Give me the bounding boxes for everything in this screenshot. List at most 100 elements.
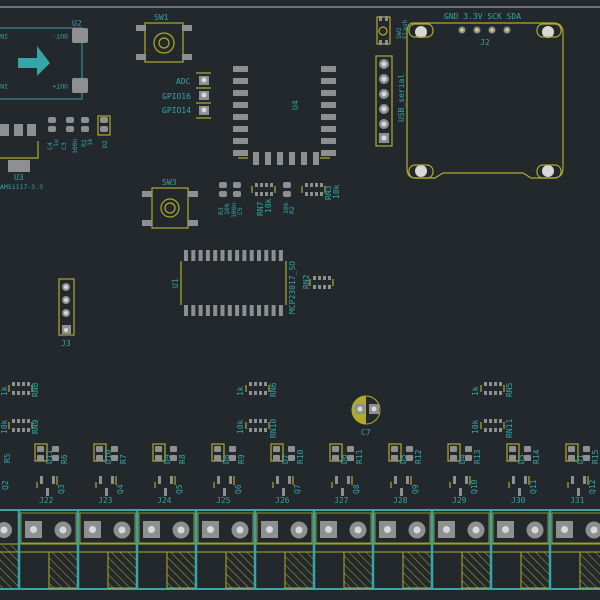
pad	[283, 191, 291, 197]
transistor-pad	[459, 488, 462, 496]
silkscreen-label: SW1	[154, 13, 169, 22]
connector-label: J24	[157, 496, 172, 505]
resistor-label: R12	[414, 449, 423, 464]
rn-pad	[305, 192, 308, 196]
rn-pad	[254, 419, 257, 423]
sw2-switch[interactable]: SW2 Flash	[376, 16, 409, 45]
rn-pad	[265, 183, 268, 187]
u4-pad	[289, 152, 295, 165]
led-pad	[214, 455, 221, 461]
channel-j31[interactable]: D1 R15 Q12J31	[548, 443, 600, 589]
u1-mcp23017[interactable]: U1 MCP23017_SO	[171, 250, 297, 316]
rn-pad	[313, 285, 316, 289]
u3-regulator[interactable]: U3 AMS1117-3.3	[0, 124, 43, 191]
pcb-layout[interactable]: U2 OUT- OUT+ IN- IN+ SW1 ADC GPIO16 GPIO…	[0, 0, 600, 600]
transistor-pad	[465, 476, 468, 484]
u1-pin	[271, 250, 276, 261]
rn-pad	[489, 382, 492, 386]
sw3-switch[interactable]: SW3	[142, 178, 198, 229]
silkscreen-label: C3	[60, 142, 68, 150]
led-label: D9	[163, 454, 172, 464]
resistor-pad	[524, 446, 531, 452]
channel-j23[interactable]: D10 R7 Q4J23	[76, 443, 138, 589]
rn-pad	[323, 285, 326, 289]
rn-pad	[249, 419, 252, 423]
connector-label: J27	[334, 496, 349, 505]
transistor-label: Q5	[175, 484, 184, 494]
channel-j24[interactable]: D9 R8 Q5J24	[135, 443, 197, 589]
channel-j29[interactable]: D4 R13 Q10J29	[430, 443, 492, 589]
rn-pad	[259, 419, 262, 423]
u4-pad	[233, 66, 248, 72]
u1-pin	[249, 250, 254, 261]
u1-pin	[271, 305, 276, 316]
u4-module[interactable]	[233, 66, 336, 165]
silkscreen-label: U1	[171, 278, 180, 288]
u4-pad	[233, 102, 248, 108]
transistor-pad	[164, 488, 167, 496]
u4-pad	[321, 102, 336, 108]
resistor-pad	[465, 446, 472, 452]
sw1-switch[interactable]: SW1	[136, 13, 192, 63]
channel-j25[interactable]: D8 R9 Q6J25	[194, 443, 256, 589]
rn-pad	[12, 428, 15, 432]
rn-pad	[320, 192, 323, 196]
resistor-label: R8	[178, 454, 187, 464]
silkscreen-label: C7	[361, 428, 371, 437]
resistor-label: R10	[296, 449, 305, 464]
pad	[81, 126, 89, 132]
pad	[100, 126, 108, 132]
rn-pad	[323, 276, 326, 280]
j3-header[interactable]: J3	[58, 278, 75, 348]
usb-serial-header[interactable]: USB_serial	[375, 55, 406, 147]
led-label: D5	[399, 454, 408, 464]
rn-pad	[499, 428, 502, 432]
rn-pad	[499, 391, 502, 395]
silkscreen-label: RN11	[505, 419, 514, 438]
connector-hatch	[402, 551, 433, 589]
pcb-canvas[interactable]: U2 OUT- OUT+ IN- IN+ SW1 ADC GPIO16 GPIO…	[0, 0, 600, 600]
rn-pad	[27, 428, 30, 432]
transistor-pad	[571, 476, 574, 484]
transistor-pad	[223, 488, 226, 496]
rn-pad	[254, 391, 257, 395]
pad	[48, 126, 56, 132]
rn-pad	[27, 382, 30, 386]
u2-module[interactable]: U2 OUT- OUT+ IN- IN+	[0, 19, 88, 100]
silkscreen-label: GPIO16	[162, 92, 191, 101]
silkscreen-label: R2	[288, 206, 296, 214]
connector-hatch	[48, 551, 79, 589]
pad	[81, 117, 89, 123]
connector-hatch	[520, 551, 551, 589]
gpio-test-pins: ADC GPIO16 GPIO14	[162, 72, 211, 119]
connector-hatch	[461, 551, 492, 589]
rn-pad	[494, 391, 497, 395]
silkscreen-label: 1k	[86, 138, 94, 146]
led-pad	[37, 446, 44, 452]
channel-j30[interactable]: D3 R14 Q11J30	[489, 443, 551, 589]
silkscreen-label: IN-	[0, 32, 8, 40]
c7-capacitor[interactable]: C7	[351, 395, 381, 437]
rn-pad	[260, 183, 263, 187]
channel-j27[interactable]: D6 R11 Q8J27	[312, 443, 374, 589]
u4-pad	[321, 138, 336, 144]
channel-j26[interactable]: D7 R10 Q7J26	[253, 443, 315, 589]
j2-oled-display[interactable]: GND 3.3V SCK SDA J2	[406, 12, 564, 179]
rn-pad	[260, 192, 263, 196]
channel-j22[interactable]: D11 R6 Q3J22	[17, 443, 79, 589]
u4-pad	[233, 150, 248, 156]
transistor-pad	[276, 476, 279, 484]
led-pad	[568, 455, 575, 461]
transistor-pad	[111, 476, 114, 484]
silkscreen-label: RN9	[31, 419, 40, 434]
rn-pad	[17, 428, 20, 432]
u4-pad	[321, 114, 336, 120]
channel-j28[interactable]: D5 R12 Q9J28	[371, 443, 433, 589]
rn-pad	[12, 382, 15, 386]
rn-pad	[318, 276, 321, 280]
transistor-pad	[46, 488, 49, 496]
transistor-pad	[105, 488, 108, 496]
led-label: D6	[340, 454, 349, 464]
connector-label: J26	[275, 496, 290, 505]
u1-pin	[220, 305, 225, 316]
